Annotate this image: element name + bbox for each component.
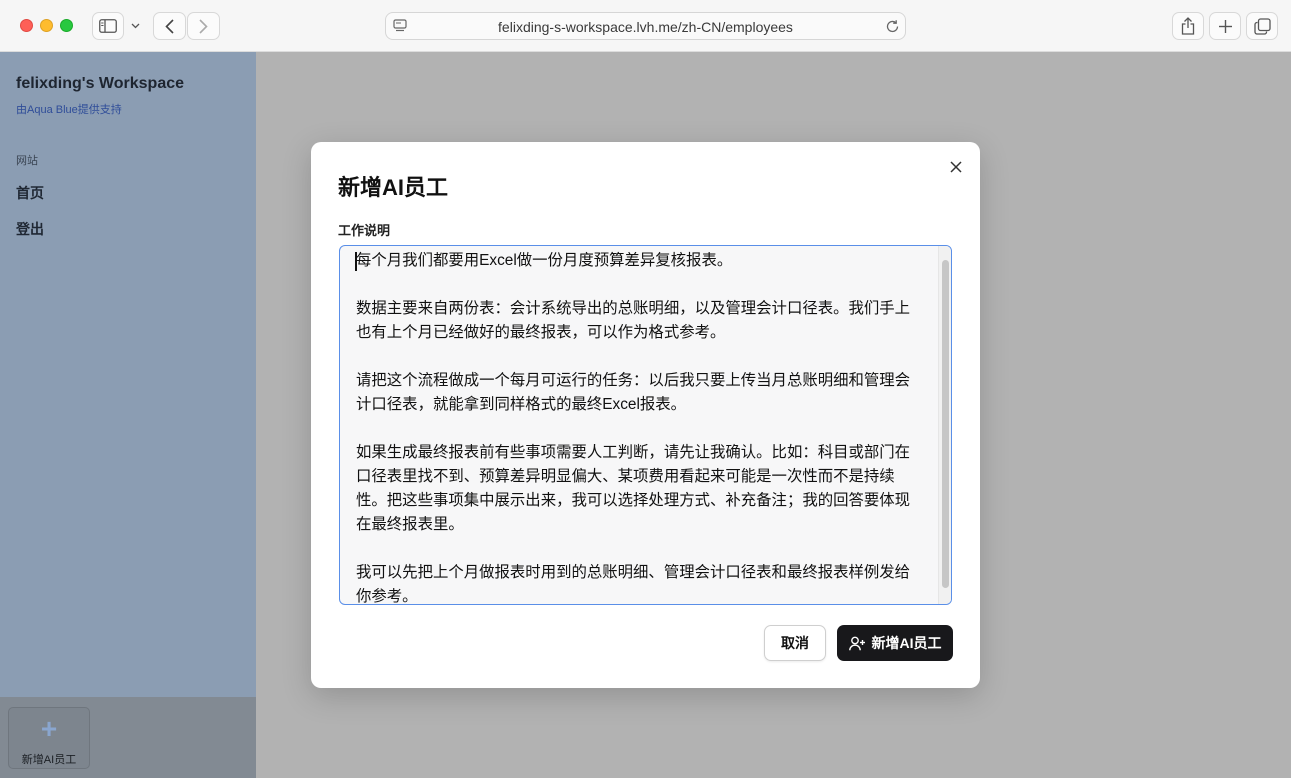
zoom-window-button[interactable]	[60, 19, 73, 32]
share-button[interactable]	[1172, 12, 1204, 40]
sidebar-item-logout[interactable]: 登出	[16, 219, 44, 239]
user-plus-icon	[848, 636, 865, 650]
add-ai-employee-dialog: 新增AI员工 工作说明 每个月我们都要用Excel做一份月度预算差异复核报表。 …	[311, 142, 980, 688]
browser-toolbar: felixding-s-workspace.lvh.me/zh-CN/emplo…	[0, 0, 1291, 52]
cancel-button[interactable]: 取消	[764, 625, 826, 661]
chevron-right-icon	[199, 18, 208, 34]
sidebar-item-home[interactable]: 首页	[16, 183, 44, 203]
sidebar-toggle-button[interactable]	[92, 12, 124, 40]
job-description-text: 每个月我们都要用Excel做一份月度预算差异复核报表。 数据主要来自两份表：会计…	[356, 252, 911, 605]
workspace-title: felixding's Workspace	[16, 75, 185, 92]
job-description-textarea[interactable]: 每个月我们都要用Excel做一份月度预算差异复核报表。 数据主要来自两份表：会计…	[339, 245, 952, 605]
close-window-button[interactable]	[20, 19, 33, 32]
dialog-title: 新增AI员工	[338, 175, 449, 200]
url-text: felixding-s-workspace.lvh.me/zh-CN/emplo…	[498, 19, 793, 35]
app-sidebar: felixding's Workspace 由Aqua Blue提供支持 网站 …	[0, 52, 256, 778]
close-icon	[950, 161, 962, 173]
minimize-window-button[interactable]	[40, 19, 53, 32]
add-ai-employee-button[interactable]: 新增AI员工	[837, 625, 953, 661]
address-bar[interactable]: felixding-s-workspace.lvh.me/zh-CN/emplo…	[385, 12, 906, 40]
sidebar-icon	[99, 19, 117, 33]
plus-icon: +	[40, 713, 58, 744]
add-ai-employee-sidebar-button[interactable]: + 新增AI员工	[8, 707, 90, 769]
tab-overview-button[interactable]	[1246, 12, 1278, 40]
forward-button[interactable]	[187, 12, 220, 40]
tabs-icon	[1253, 17, 1271, 35]
add-ai-employee-label: 新增AI员工	[871, 635, 942, 651]
text-caret	[355, 252, 357, 271]
nav-section-label: 网站	[16, 155, 38, 167]
add-ai-employee-sidebar-label: 新增AI员工	[21, 754, 77, 766]
job-description-label: 工作说明	[338, 223, 391, 238]
textarea-scrollbar[interactable]	[938, 246, 951, 604]
powered-by-link[interactable]: 由Aqua Blue提供支持	[16, 101, 122, 117]
tab-group-menu-button[interactable]	[125, 12, 145, 40]
new-tab-button[interactable]	[1209, 12, 1241, 40]
scrollbar-thumb[interactable]	[942, 260, 949, 588]
chevron-left-icon	[165, 18, 174, 34]
sidebar-footer: + 新增AI员工	[0, 697, 256, 778]
reload-icon[interactable]	[885, 19, 900, 34]
share-icon	[1181, 17, 1195, 35]
chevron-down-icon	[131, 23, 139, 29]
close-dialog-button[interactable]	[946, 157, 966, 177]
plus-icon	[1218, 19, 1232, 33]
back-button[interactable]	[153, 12, 186, 40]
